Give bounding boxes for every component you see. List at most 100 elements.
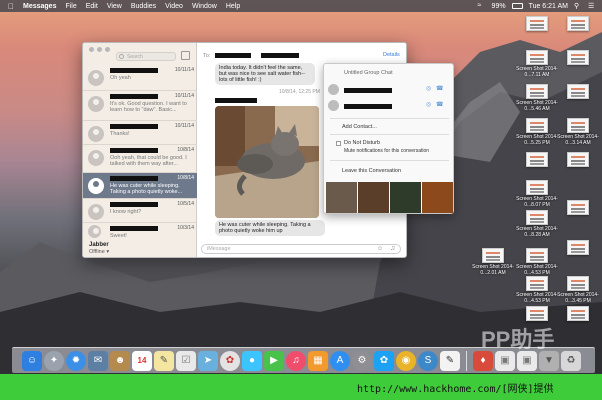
search-icon[interactable]: ⚲ bbox=[574, 2, 582, 10]
conversation-item[interactable]: 10/11/14 It's ok. Good question. I want … bbox=[83, 91, 197, 121]
screenshot-thumbnail bbox=[526, 276, 548, 291]
battery-percent[interactable]: 99% bbox=[492, 3, 506, 10]
conversation-preview: Oh yeah bbox=[110, 75, 131, 81]
attachment-thumbnails bbox=[326, 182, 453, 213]
file-label: Screen Shot 2014-0...4.53 PM bbox=[516, 264, 558, 276]
conversation-item[interactable]: 10/11/14 Thanks! bbox=[83, 121, 197, 145]
phone-icon[interactable]: ☎ bbox=[436, 101, 443, 108]
conversation-item[interactable]: 10/3/14 Sweet! bbox=[83, 223, 197, 241]
microphone-icon[interactable]: ♫ bbox=[390, 245, 395, 252]
launchpad-icon[interactable]: ✦ bbox=[44, 350, 64, 371]
zoom-button[interactable] bbox=[105, 47, 110, 52]
desktop-file-icon[interactable] bbox=[555, 84, 599, 114]
photos-icon[interactable]: ✿ bbox=[220, 350, 240, 371]
desktop-file-icon[interactable]: Screen Shot 2014-0...3.14 AM bbox=[555, 118, 599, 148]
menu-buddies[interactable]: Buddies bbox=[131, 3, 156, 10]
app-store-icon[interactable]: A bbox=[330, 350, 350, 371]
dnd-checkbox[interactable] bbox=[336, 141, 341, 146]
close-button[interactable] bbox=[89, 47, 94, 52]
watermark-logo: PP助手 bbox=[481, 327, 555, 352]
chrome-icon[interactable]: ◉ bbox=[396, 350, 416, 371]
mail-icon[interactable]: ✉ bbox=[88, 350, 108, 371]
desktop-file-icon[interactable]: Screen Shot 2014-0...8.07 PM bbox=[514, 180, 558, 210]
desktop-file-icon[interactable] bbox=[555, 306, 599, 336]
window-controls bbox=[89, 47, 110, 52]
group-chat-title[interactable]: Untitled Group Chat bbox=[344, 70, 393, 76]
video-call-icon[interactable]: ◎ bbox=[426, 85, 431, 92]
desktop-file-icon[interactable]: Screen Shot 2014-0...3.45 PM bbox=[555, 276, 599, 306]
finder-icon[interactable]: ☺ bbox=[22, 350, 42, 371]
attachment-thumbnail[interactable] bbox=[326, 182, 357, 213]
ibooks-icon[interactable]: ▦ bbox=[308, 350, 328, 371]
conversation-item[interactable]: 10/5/14 I know right? bbox=[83, 199, 197, 223]
cat-photo[interactable] bbox=[215, 106, 319, 218]
desktop-file-icon[interactable]: Screen Shot 2014-0...8.28 AM bbox=[514, 210, 558, 240]
textedit-icon[interactable]: ✎ bbox=[440, 350, 460, 371]
menu-edit[interactable]: Edit bbox=[86, 3, 98, 10]
desktop-file-icon[interactable] bbox=[555, 152, 599, 182]
battery-icon[interactable] bbox=[511, 3, 523, 9]
menu-file[interactable]: File bbox=[65, 3, 76, 10]
attachment-thumbnail[interactable] bbox=[422, 182, 453, 213]
member-name-redacted bbox=[344, 104, 392, 109]
conversation-item[interactable]: 10/11/14 Oh yeah bbox=[83, 65, 197, 91]
menu-view[interactable]: View bbox=[107, 3, 122, 10]
phone-icon[interactable]: ☎ bbox=[436, 85, 443, 92]
contact-name-redacted bbox=[110, 94, 158, 99]
attachment-thumbnail[interactable] bbox=[358, 182, 389, 213]
desktop-file-icon[interactable]: Screen Shot 2014-0...5.46 AM bbox=[514, 84, 558, 114]
notes-icon[interactable]: ✎ bbox=[154, 350, 174, 371]
minimize-button[interactable] bbox=[97, 47, 102, 52]
desktop-file-icon[interactable] bbox=[555, 200, 599, 230]
menu-video[interactable]: Video bbox=[165, 3, 183, 10]
messages-icon[interactable]: ● bbox=[242, 350, 262, 371]
desktop-file-icon[interactable]: Screen Shot 2014-0...2.01 AM bbox=[470, 248, 514, 278]
desktop-file-icon[interactable]: Screen Shot 2014-0...4.53 PM bbox=[514, 276, 558, 306]
desktop-file-icon[interactable]: Screen Shot 2014-0...4.53 PM bbox=[514, 248, 558, 278]
desktop-file-icon[interactable] bbox=[555, 50, 599, 80]
member-row[interactable]: ◎ ☎ bbox=[328, 100, 451, 112]
emoji-icon[interactable]: ☺ bbox=[377, 246, 383, 252]
desktop-file-icon[interactable]: Screen Shot 2014-0...7.11 AM bbox=[514, 50, 558, 80]
itunes-icon[interactable]: ♫ bbox=[286, 350, 306, 371]
details-button[interactable]: Details bbox=[383, 52, 400, 58]
file-label: Screen Shot 2014-0...7.11 AM bbox=[516, 66, 558, 78]
reminders-icon[interactable]: ☑ bbox=[176, 350, 196, 371]
notification-center-icon[interactable]: ☰ bbox=[588, 2, 596, 10]
desktop-file-icon[interactable] bbox=[555, 16, 599, 46]
status-dropdown[interactable]: Offline ▾ bbox=[89, 249, 109, 255]
desktop-file-icon[interactable] bbox=[555, 240, 599, 270]
conversation-item[interactable]: 10/8/14 Ooh yeah, that could be good. I … bbox=[83, 145, 197, 173]
trash-icon[interactable]: ♻ bbox=[561, 350, 581, 371]
app-menu[interactable]: Messages bbox=[23, 3, 56, 10]
contacts-icon[interactable]: ☻ bbox=[110, 350, 130, 371]
facetime-icon[interactable]: ▶ bbox=[264, 350, 284, 371]
apple-menu-icon[interactable]:  bbox=[8, 2, 17, 11]
compose-icon[interactable] bbox=[181, 51, 190, 60]
file-label: Screen Shot 2014-0...8.07 PM bbox=[516, 196, 558, 208]
conversation-date: 10/8/14 bbox=[177, 147, 194, 153]
add-contact-button[interactable]: Add Contact... bbox=[342, 124, 377, 130]
desktop-file-icon[interactable] bbox=[514, 152, 558, 182]
conversation-item-selected[interactable]: 10/8/14 He was cuter while sleeping. Tak… bbox=[83, 173, 197, 199]
attachment-thumbnail[interactable] bbox=[390, 182, 421, 213]
message-input[interactable]: iMessage bbox=[201, 244, 401, 254]
safari-icon[interactable]: ✹ bbox=[66, 350, 86, 371]
calendar-icon[interactable]: 14 bbox=[132, 350, 152, 371]
system-preferences-icon[interactable]: ⚙ bbox=[352, 350, 372, 371]
wifi-icon[interactable]: ≈ bbox=[478, 2, 486, 10]
maps-icon[interactable]: ➤ bbox=[198, 350, 218, 371]
desktop-file-icon[interactable]: Screen Shot 2014-0...5.25 PM bbox=[514, 118, 558, 148]
video-call-icon[interactable]: ◎ bbox=[426, 101, 431, 108]
menu-window[interactable]: Window bbox=[192, 3, 217, 10]
footer-url: http://www.hackhome.com/[网侠]提供 bbox=[357, 384, 554, 395]
leave-conversation-button[interactable]: Leave this Conversation bbox=[342, 168, 401, 174]
dnd-description: Mute notifications for this conversation bbox=[344, 148, 430, 154]
skype-icon[interactable]: S bbox=[418, 350, 438, 371]
clock[interactable]: Tue 6:21 AM bbox=[529, 3, 568, 10]
menu-help[interactable]: Help bbox=[226, 3, 240, 10]
search-input[interactable]: Search bbox=[116, 52, 176, 61]
twitter-icon[interactable]: ✿ bbox=[374, 350, 394, 371]
member-row[interactable]: ◎ ☎ bbox=[328, 84, 451, 96]
desktop-file-icon[interactable] bbox=[514, 16, 558, 46]
